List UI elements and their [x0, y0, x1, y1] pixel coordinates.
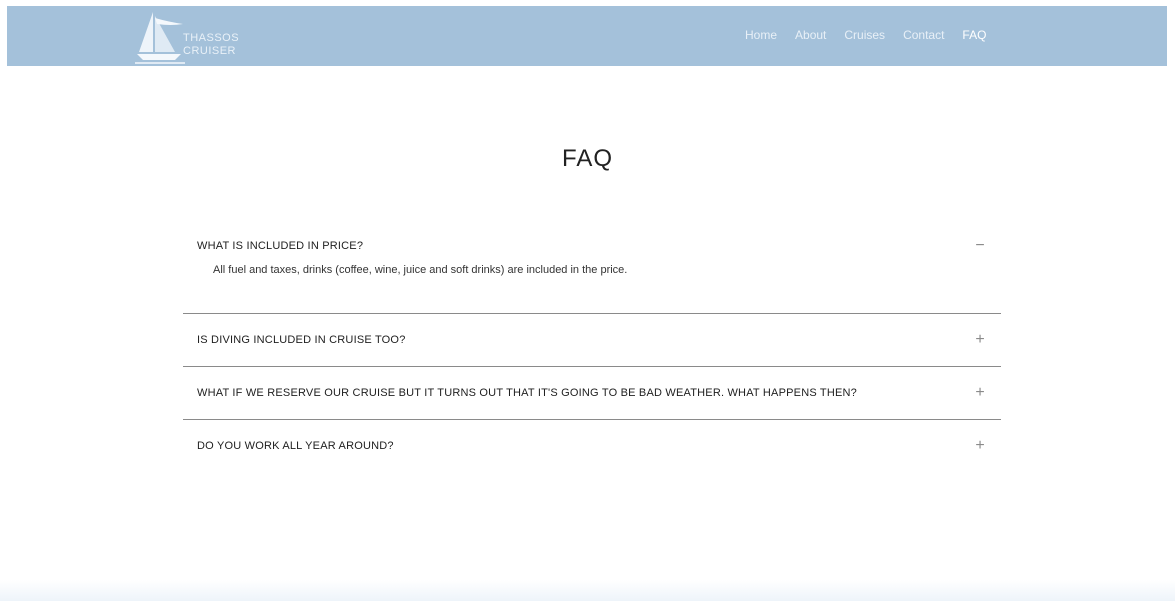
faq-item: IS DIVING INCLUDED IN CRUISE TOO? +	[183, 314, 1001, 367]
nav-about[interactable]: About	[795, 28, 826, 42]
faq-item: WHAT IF WE RESERVE OUR CRUISE BUT IT TUR…	[183, 367, 1001, 420]
sailboat-icon	[135, 12, 185, 64]
faq-item: WHAT IS INCLUDED IN PRICE? − All fuel an…	[183, 222, 1001, 314]
minus-icon[interactable]: −	[973, 237, 987, 255]
navbar: THASSOS CRUISER Home About Cruises Conta…	[7, 6, 1167, 66]
logo-line-1: THASSOS	[183, 32, 240, 44]
plus-icon[interactable]: +	[973, 437, 987, 455]
faq-question-toggle[interactable]: WHAT IS INCLUDED IN PRICE? −	[183, 222, 1001, 270]
faq-item: DO YOU WORK ALL YEAR AROUND? +	[183, 420, 1001, 472]
faq-question-text: WHAT IF WE RESERVE OUR CRUISE BUT IT TUR…	[197, 387, 857, 399]
faq-question-toggle[interactable]: WHAT IF WE RESERVE OUR CRUISE BUT IT TUR…	[183, 367, 1001, 419]
main-nav: Home About Cruises Contact FAQ	[745, 28, 1004, 42]
faq-accordion: WHAT IS INCLUDED IN PRICE? − All fuel an…	[183, 222, 1001, 472]
logo-line-2: CRUISER	[183, 45, 237, 57]
faq-question-text: DO YOU WORK ALL YEAR AROUND?	[197, 440, 394, 452]
faq-question-text: IS DIVING INCLUDED IN CRUISE TOO?	[197, 334, 406, 346]
faq-question-toggle[interactable]: DO YOU WORK ALL YEAR AROUND? +	[183, 420, 1001, 472]
faq-question-toggle[interactable]: IS DIVING INCLUDED IN CRUISE TOO? +	[183, 314, 1001, 366]
nav-faq[interactable]: FAQ	[962, 28, 986, 42]
nav-contact[interactable]: Contact	[903, 28, 944, 42]
footer-fade	[0, 580, 1175, 601]
faq-question-text: WHAT IS INCLUDED IN PRICE?	[197, 240, 364, 252]
nav-cruises[interactable]: Cruises	[844, 28, 885, 42]
faq-answer-text: All fuel and taxes, drinks (coffee, wine…	[213, 264, 628, 276]
nav-home[interactable]: Home	[745, 28, 777, 42]
logo-text: THASSOS CRUISER	[183, 32, 239, 58]
site-logo[interactable]: THASSOS CRUISER	[135, 8, 255, 64]
plus-icon[interactable]: +	[973, 384, 987, 402]
page-title: FAQ	[561, 145, 613, 172]
plus-icon[interactable]: +	[973, 331, 987, 349]
